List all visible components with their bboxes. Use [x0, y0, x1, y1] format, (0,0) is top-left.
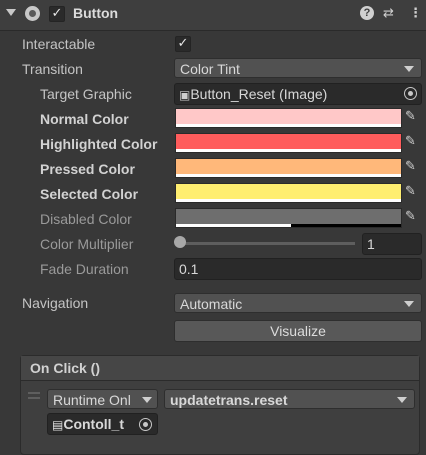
color-multiplier-field[interactable]: 1 [362, 233, 422, 255]
interactable-label: Interactable [22, 36, 96, 52]
fade-duration-field[interactable]: 0.1 [174, 258, 422, 280]
drag-handle-icon[interactable] [28, 392, 40, 394]
runtime-mode-dropdown[interactable]: Runtime Onl [47, 389, 158, 409]
normal-color-swatch[interactable] [175, 108, 402, 128]
object-picker-icon[interactable] [139, 418, 152, 431]
component-title: Button [73, 5, 119, 21]
transition-value: Color Tint [180, 61, 240, 77]
pressed-color-swatch[interactable] [175, 158, 402, 178]
object-picker-icon[interactable] [404, 87, 417, 100]
normal-color-label: Normal Color [40, 111, 129, 127]
eyedropper-icon[interactable]: ✎ [405, 159, 421, 177]
color-multiplier-slider-knob[interactable] [174, 236, 186, 248]
foldout-arrow-icon[interactable] [6, 9, 16, 16]
navigation-value: Automatic [180, 296, 243, 312]
presets-icon[interactable]: ⇄ [383, 6, 394, 21]
drag-handle-icon-line [28, 397, 40, 399]
color-multiplier-slider-track[interactable] [180, 242, 355, 245]
eyedropper-icon[interactable]: ✎ [405, 134, 421, 152]
chevron-down-icon [142, 397, 152, 403]
function-value: updatetrans.reset [170, 392, 288, 408]
disabled-color-label: Disabled Color [40, 211, 132, 227]
fade-duration-label: Fade Duration [40, 261, 129, 277]
chevron-down-icon [397, 397, 407, 403]
highlighted-color-swatch[interactable] [175, 133, 402, 153]
button-component-icon [25, 6, 40, 21]
eyedropper-icon[interactable]: ✎ [405, 109, 421, 127]
target-graphic-field[interactable]: ▣Button_Reset (Image) [174, 83, 422, 105]
pressed-color-label: Pressed Color [40, 161, 135, 177]
eyedropper-icon[interactable]: ✎ [405, 184, 421, 202]
selected-color-label: Selected Color [40, 186, 139, 202]
component-enabled-checkbox[interactable]: ✓ [49, 6, 65, 22]
navigation-label: Navigation [22, 295, 89, 311]
kebab-menu-icon[interactable]: ⋮ [409, 6, 422, 21]
eyedropper-icon[interactable]: ✎ [405, 209, 421, 227]
chevron-down-icon [404, 66, 414, 72]
interactable-checkbox[interactable]: ✓ [175, 36, 191, 52]
visualize-button[interactable]: Visualize [174, 320, 422, 342]
chevron-down-icon [404, 301, 414, 307]
color-multiplier-label: Color Multiplier [40, 236, 134, 252]
target-graphic-label: Target Graphic [40, 86, 132, 102]
target-graphic-value: Button_Reset (Image) [190, 86, 328, 102]
on-click-title: On Click () [30, 360, 101, 376]
script-file-icon: ▤ [52, 418, 64, 432]
transition-label: Transition [22, 61, 83, 77]
help-icon[interactable]: ? [360, 6, 374, 20]
target-object-value: Contoll_t [63, 416, 124, 432]
function-dropdown[interactable]: updatetrans.reset [164, 389, 415, 409]
transition-dropdown[interactable]: Color Tint [174, 58, 422, 78]
image-icon: ▣ [179, 88, 191, 102]
runtime-mode-value: Runtime Onl [53, 392, 131, 408]
highlighted-color-label: Highlighted Color [40, 136, 158, 152]
navigation-dropdown[interactable]: Automatic [174, 293, 422, 313]
selected-color-swatch[interactable] [175, 183, 402, 203]
disabled-color-swatch[interactable] [175, 208, 402, 228]
